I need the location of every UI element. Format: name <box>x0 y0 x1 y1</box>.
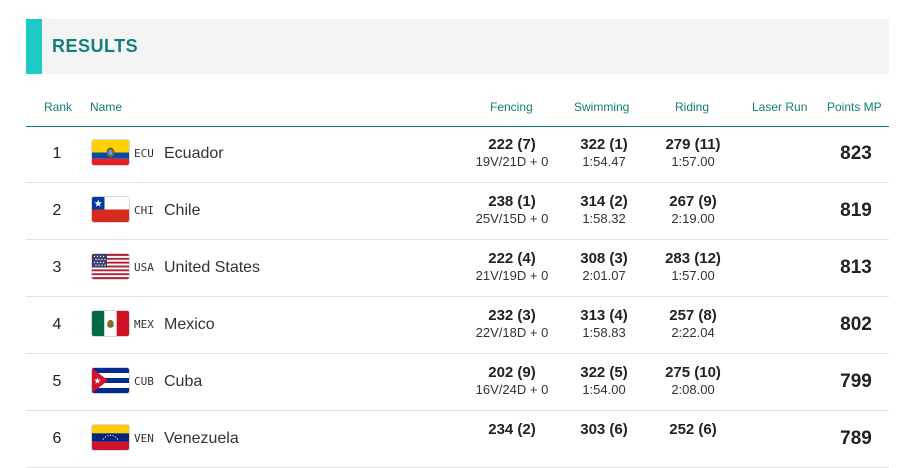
country-name[interactable]: Ecuador <box>164 145 224 163</box>
riding-score: 257 (8) <box>669 307 717 324</box>
country-name[interactable]: Venezuela <box>164 430 239 448</box>
riding-score: 279 (11) <box>665 136 721 153</box>
column-riding[interactable]: Riding <box>675 100 709 114</box>
table-row[interactable]: 6 VEN Venezuela 234 (2) 303 (6) 252 (6) … <box>26 411 889 468</box>
rank-cell: 1 <box>52 145 62 162</box>
table-row[interactable]: 5 CUB Cuba 202 (9) 16V/24D + 0 322 (5) 1… <box>26 354 889 411</box>
country-name[interactable]: Chile <box>164 202 200 220</box>
riding-score: 283 (12) <box>665 250 721 267</box>
riding-cell: 275 (10) 2:08.00 <box>638 364 748 397</box>
header-accent-bar <box>26 19 42 74</box>
mexico-flag-icon <box>92 311 129 336</box>
table-row[interactable]: 2 CHI Chile 238 (1) 25V/15D + 0 314 (2) … <box>26 183 889 240</box>
points-cell: 823 <box>840 143 872 164</box>
country-name[interactable]: United States <box>164 259 260 277</box>
country-code: CHI <box>134 204 154 217</box>
column-name[interactable]: Name <box>90 100 122 114</box>
country-name[interactable]: Mexico <box>164 316 215 334</box>
riding-cell: 283 (12) 1:57.00 <box>638 250 748 283</box>
venezuela-flag-icon <box>92 425 129 450</box>
riding-cell: 252 (6) <box>638 421 748 438</box>
country-code: VEN <box>134 432 154 445</box>
cuba-flag-icon <box>92 368 129 393</box>
points-cell: 802 <box>840 314 872 335</box>
rank-cell: 5 <box>52 373 62 390</box>
table-row[interactable]: 1 ECU Ecuador 222 (7) 19V/21D + 0 322 (1… <box>26 126 889 183</box>
column-headers: Rank Name Fencing Swimming Riding Laser … <box>26 96 889 127</box>
points-cell: 799 <box>840 371 872 392</box>
rank-cell: 4 <box>52 316 62 333</box>
riding-score: 275 (10) <box>665 364 721 381</box>
rank-cell: 2 <box>52 202 62 219</box>
riding-score: 252 (6) <box>669 421 717 438</box>
table-row[interactable]: 3 USA United States 222 (4) 21V/19D + 0 … <box>26 240 889 297</box>
rank-cell: 6 <box>52 430 62 447</box>
column-points[interactable]: Points MP <box>827 100 882 114</box>
riding-cell: 267 (9) 2:19.00 <box>638 193 748 226</box>
country-code: USA <box>134 261 154 274</box>
points-cell: 819 <box>840 200 872 221</box>
riding-time: 1:57.00 <box>671 268 715 283</box>
riding-time: 2:22.04 <box>671 325 715 340</box>
riding-time: 2:19.00 <box>671 211 715 226</box>
country-code: CUB <box>134 375 154 388</box>
riding-time: 2:08.00 <box>671 382 715 397</box>
country-name[interactable]: Cuba <box>164 373 202 391</box>
points-cell: 789 <box>840 428 872 449</box>
column-swimming[interactable]: Swimming <box>574 100 629 114</box>
ecuador-flag-icon <box>92 140 129 165</box>
riding-cell: 279 (11) 1:57.00 <box>638 136 748 169</box>
riding-cell: 257 (8) 2:22.04 <box>638 307 748 340</box>
country-code: MEX <box>134 318 154 331</box>
country-code: ECU <box>134 147 154 160</box>
results-header: RESULTS <box>26 19 889 74</box>
column-fencing[interactable]: Fencing <box>490 100 533 114</box>
column-laser-run[interactable]: Laser Run <box>752 100 807 114</box>
riding-time: 1:57.00 <box>671 154 715 169</box>
column-rank[interactable]: Rank <box>44 100 72 114</box>
results-table: 1 ECU Ecuador 222 (7) 19V/21D + 0 322 (1… <box>26 126 889 468</box>
points-cell: 813 <box>840 257 872 278</box>
rank-cell: 3 <box>52 259 62 276</box>
results-title: RESULTS <box>52 36 139 56</box>
table-row[interactable]: 4 MEX Mexico 232 (3) 22V/18D + 0 313 (4)… <box>26 297 889 354</box>
chile-flag-icon <box>92 197 129 222</box>
riding-score: 267 (9) <box>669 193 717 210</box>
usa-flag-icon <box>92 254 129 279</box>
